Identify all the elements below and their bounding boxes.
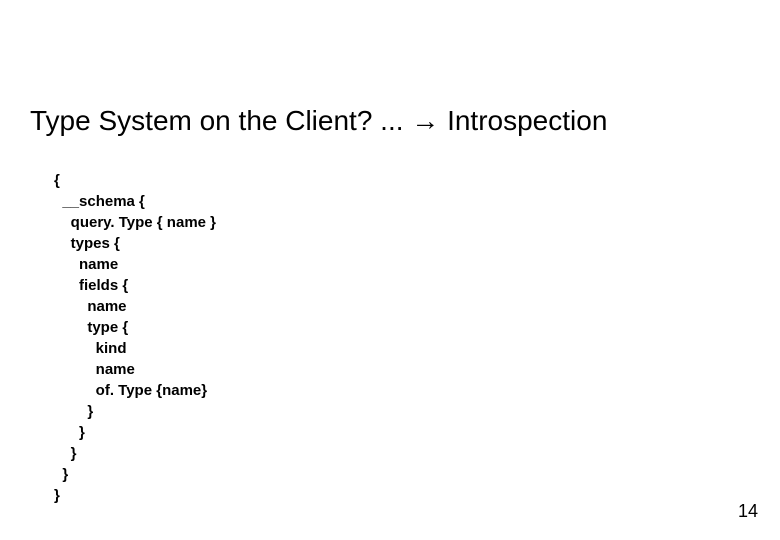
page-number: 14 — [738, 501, 758, 522]
slide-title: Type System on the Client? ... → Introsp… — [30, 105, 607, 137]
code-block: { __schema { query. Type { name } types … — [54, 170, 216, 506]
slide: Type System on the Client? ... → Introsp… — [0, 0, 780, 540]
